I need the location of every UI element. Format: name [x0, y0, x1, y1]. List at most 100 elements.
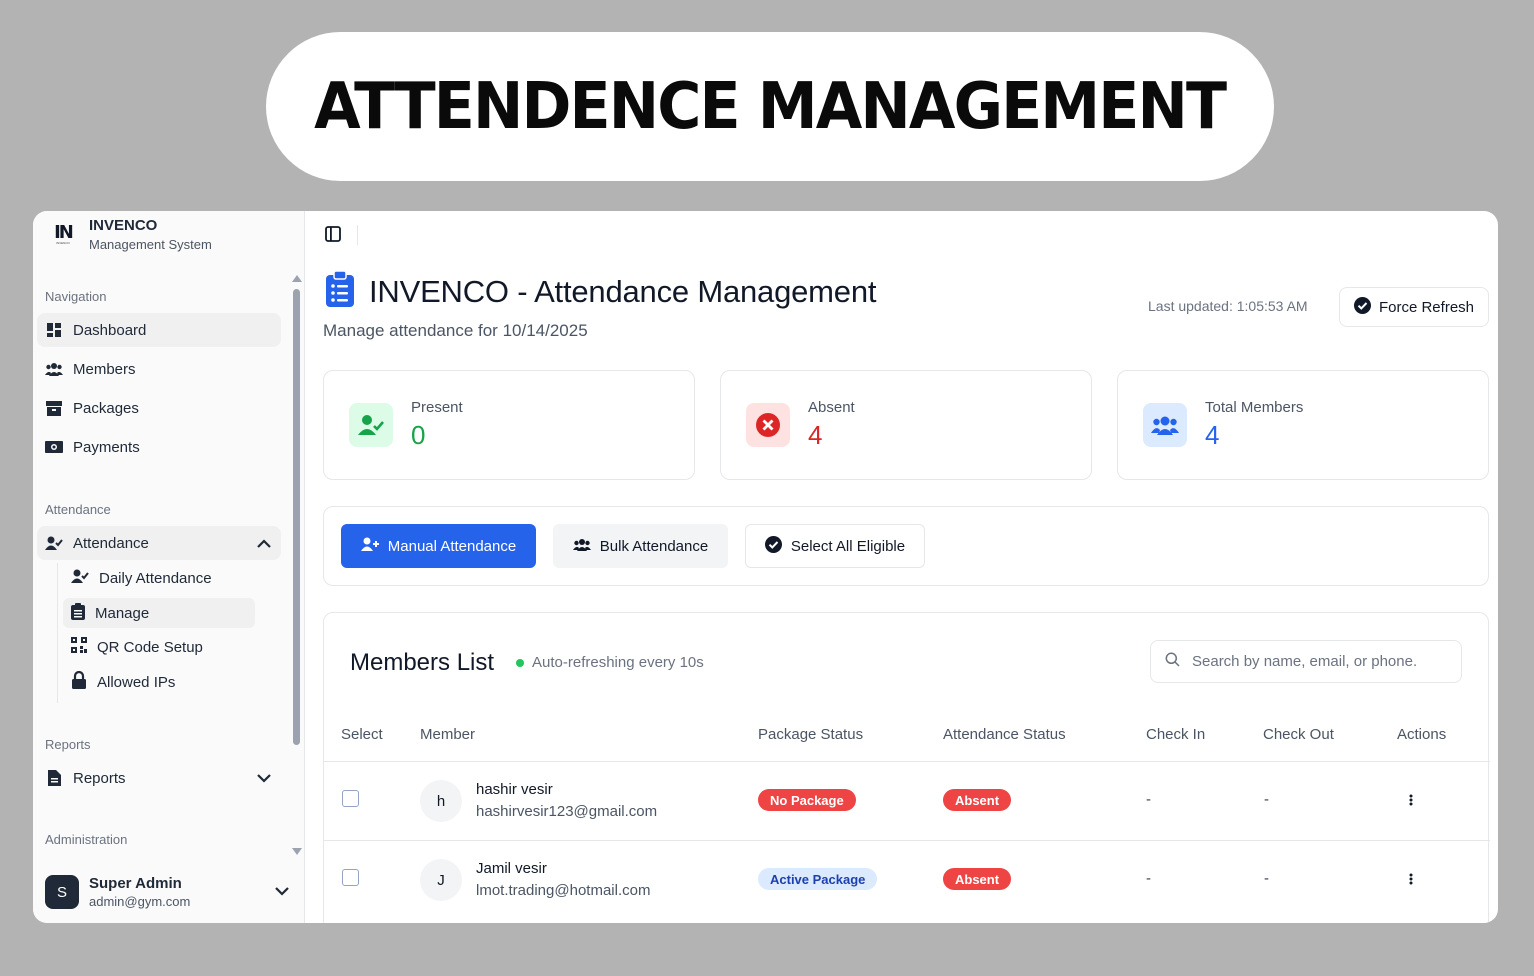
- actions-toolbar: Manual Attendance Bulk Attendance Select…: [323, 506, 1489, 586]
- stat-card-absent: Absent 4: [720, 370, 1092, 480]
- search-icon: [1165, 652, 1180, 672]
- check-circle-icon: [764, 535, 782, 557]
- scroll-down-arrow-icon[interactable]: [292, 848, 302, 855]
- section-label-reports: Reports: [45, 737, 91, 752]
- stat-value: 4: [808, 420, 823, 450]
- users-icon: [1143, 403, 1187, 447]
- app-window: IN INVENCO INVENCO Management System Nav…: [33, 211, 1498, 923]
- chevron-down-icon: [257, 770, 271, 787]
- section-label-administration: Administration: [45, 832, 128, 847]
- member-avatar: h: [420, 780, 462, 822]
- more-vertical-icon[interactable]: [1409, 793, 1419, 809]
- box-icon: [45, 399, 63, 417]
- package-status-badge: Active Package: [758, 868, 878, 890]
- table-row: J Jamil vesir lmot.trading@hotmail.com A…: [324, 841, 1490, 920]
- sidebar-item-dashboard[interactable]: Dashboard: [37, 313, 281, 347]
- package-status-badge: No Package: [758, 789, 856, 811]
- table-row: h hashir vesir hashirvesir123@gmail.com …: [324, 762, 1490, 841]
- sidebar-group-reports[interactable]: Reports: [37, 761, 281, 795]
- force-refresh-button[interactable]: Force Refresh: [1339, 287, 1489, 327]
- column-header-attendance-status: Attendance Status: [943, 726, 1066, 743]
- sidebar-item-daily-attendance[interactable]: Daily Attendance: [63, 563, 255, 593]
- check-in-value: -: [1146, 791, 1151, 808]
- users-icon: [45, 360, 63, 378]
- sidebar-item-packages[interactable]: Packages: [37, 391, 281, 425]
- scroll-thumb[interactable]: [293, 289, 300, 745]
- user-check-icon: [45, 534, 63, 552]
- users-icon: [572, 538, 591, 555]
- member-avatar: J: [420, 859, 462, 901]
- sidebar-item-members[interactable]: Members: [37, 352, 281, 386]
- member-email: hashirvesir123@gmail.com: [476, 803, 658, 820]
- column-header-select: Select: [341, 726, 383, 743]
- main-content: INVENCO - Attendance Management Manage a…: [305, 211, 1498, 923]
- chevron-down-icon: [275, 883, 289, 901]
- search-box[interactable]: [1150, 640, 1462, 683]
- check-out-value: -: [1264, 791, 1269, 808]
- sidebar-group-attendance[interactable]: Attendance: [37, 526, 281, 560]
- column-header-package-status: Package Status: [758, 726, 864, 743]
- row-select-checkbox[interactable]: [342, 869, 359, 886]
- qr-code-icon: [71, 637, 87, 657]
- column-header-member: Member: [420, 726, 476, 743]
- user-email: admin@gym.com: [89, 894, 191, 909]
- select-all-eligible-button[interactable]: Select All Eligible: [745, 524, 925, 568]
- stat-value: 4: [1205, 420, 1220, 450]
- brand-tagline: Management System: [89, 237, 212, 252]
- sidebar-item-qr-code-setup[interactable]: QR Code Setup: [63, 632, 255, 662]
- attendance-status-badge: Absent: [943, 868, 1012, 890]
- user-menu[interactable]: S Super Admin admin@gym.com: [45, 869, 293, 915]
- check-circle-icon: [1353, 296, 1371, 318]
- x-circle-icon: [746, 403, 790, 447]
- page-title: INVENCO - Attendance Management: [325, 270, 877, 312]
- check-out-value: -: [1264, 870, 1269, 887]
- file-icon: [45, 769, 63, 787]
- auto-refresh-indicator: Auto-refreshing every 10s: [516, 654, 704, 671]
- stat-value: 0: [411, 420, 426, 450]
- section-label-navigation: Navigation: [45, 289, 107, 304]
- stat-card-total-members: Total Members 4: [1117, 370, 1489, 480]
- money-icon: [45, 438, 63, 456]
- search-input[interactable]: [1192, 653, 1442, 670]
- column-header-check-in: Check In: [1146, 726, 1206, 743]
- row-select-checkbox[interactable]: [342, 790, 359, 807]
- user-check-icon: [349, 403, 393, 447]
- last-updated-text: Last updated: 1:05:53 AM: [1148, 298, 1308, 314]
- brand[interactable]: IN INVENCO INVENCO Management System: [49, 217, 212, 252]
- banner-title: ATTENDENCE MANAGEMENT: [314, 69, 1227, 144]
- check-in-value: -: [1146, 870, 1151, 887]
- sidebar-toggle-icon[interactable]: [325, 226, 343, 244]
- brand-name: INVENCO: [89, 217, 158, 234]
- sidebar-item-payments[interactable]: Payments: [37, 430, 281, 464]
- stat-card-present: Present 0: [323, 370, 695, 480]
- section-label-attendance: Attendance: [45, 502, 111, 517]
- attendance-status-badge: Absent: [943, 789, 1012, 811]
- title-banner: ATTENDENCE MANAGEMENT: [266, 32, 1274, 181]
- brand-logo: IN INVENCO: [54, 222, 74, 246]
- more-vertical-icon[interactable]: [1409, 872, 1419, 888]
- members-list-card: Members List Auto-refreshing every 10s S…: [323, 612, 1490, 923]
- manual-attendance-button[interactable]: Manual Attendance: [341, 524, 536, 568]
- sidebar-scrollbar[interactable]: [292, 275, 302, 855]
- avatar: S: [45, 875, 79, 909]
- sidebar-item-allowed-ips[interactable]: Allowed IPs: [63, 667, 255, 697]
- user-plus-icon: [360, 537, 379, 555]
- page-heading: INVENCO - Attendance Management: [369, 273, 877, 309]
- page-subtitle: Manage attendance for 10/14/2025: [323, 321, 588, 340]
- sidebar: IN INVENCO INVENCO Management System Nav…: [33, 211, 305, 923]
- chevron-up-icon: [257, 535, 271, 552]
- scroll-up-arrow-icon[interactable]: [292, 275, 302, 282]
- clipboard-icon: [71, 602, 85, 624]
- clipboard-icon: [325, 270, 355, 312]
- member-email: lmot.trading@hotmail.com: [476, 882, 651, 899]
- stat-label: Total Members: [1205, 399, 1304, 416]
- user-check-icon: [71, 569, 89, 587]
- column-header-check-out: Check Out: [1263, 726, 1334, 743]
- dashboard-icon: [45, 321, 63, 339]
- stat-label: Absent: [808, 399, 855, 416]
- member-name: hashir vesir: [476, 781, 553, 798]
- bulk-attendance-button[interactable]: Bulk Attendance: [553, 524, 728, 568]
- column-header-actions: Actions: [1397, 726, 1447, 743]
- topbar-divider: [357, 225, 358, 245]
- sidebar-item-manage[interactable]: Manage: [63, 598, 255, 628]
